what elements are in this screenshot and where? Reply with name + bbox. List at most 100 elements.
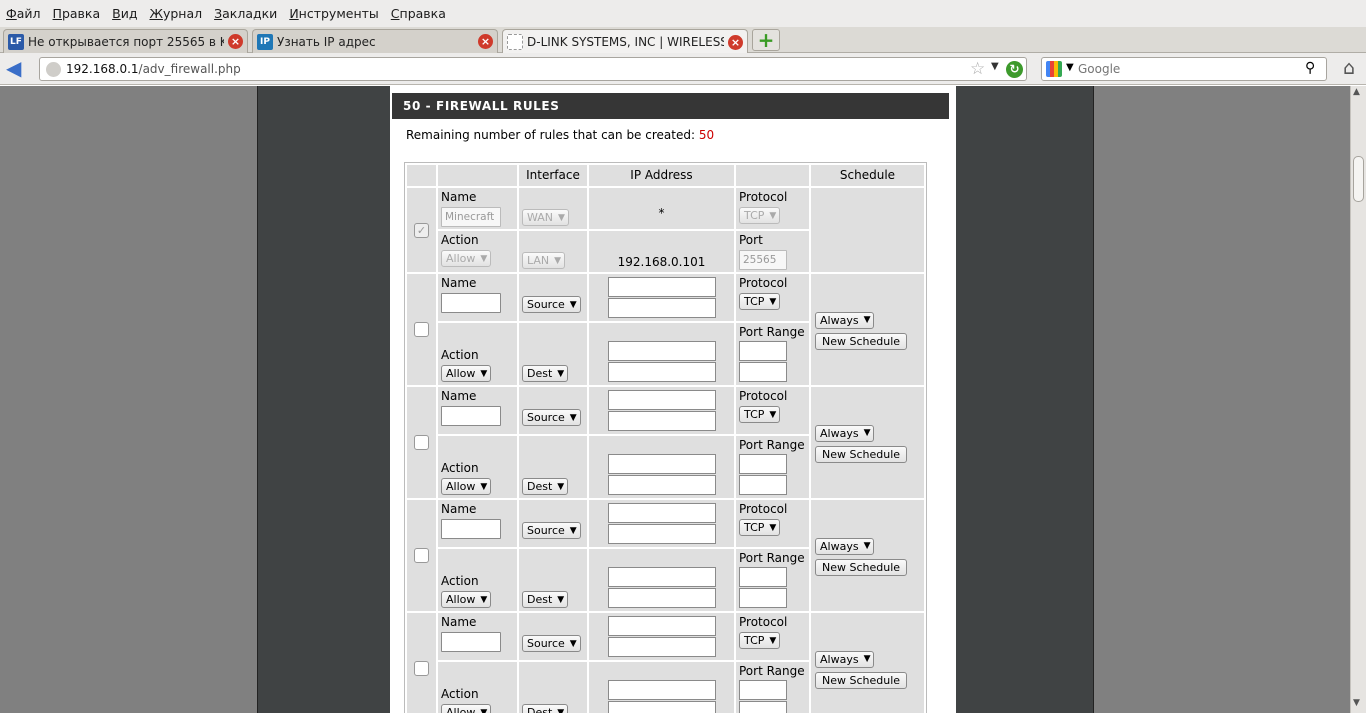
action-cell: Action Allow ▼ <box>438 436 517 498</box>
source-ip-start-input[interactable] <box>607 503 716 523</box>
schedule-select[interactable]: Always ▼ <box>815 424 875 442</box>
rule-checkbox[interactable] <box>414 322 429 337</box>
dest-interface-select[interactable]: Dest ▼ <box>522 591 569 608</box>
close-tab-icon[interactable]: × <box>228 34 243 49</box>
binoculars-icon[interactable]: ⚲ <box>1305 60 1315 76</box>
rule-checkbox[interactable] <box>414 661 429 676</box>
bookmark-star-icon[interactable]: ☆ <box>970 59 985 79</box>
tab-3-active[interactable]: D-LINK SYSTEMS, INC | WIRELESS ... × <box>502 29 748 54</box>
action-label: Action <box>441 461 479 475</box>
ip-favicon-icon: IP <box>257 33 273 50</box>
new-schedule-button[interactable]: New Schedule <box>815 332 908 350</box>
url-bar[interactable]: 192.168.0.1/adv_firewall.php ☆ ▼ ↻ <box>39 57 1027 81</box>
site-identity-icon[interactable] <box>46 62 61 77</box>
action-select[interactable]: Allow ▼ <box>441 365 492 382</box>
scroll-up-arrow-icon[interactable]: ▲ <box>1353 87 1360 97</box>
dest-interface-select[interactable]: Dest ▼ <box>522 478 569 495</box>
port-start-input[interactable] <box>739 567 787 587</box>
rule-name-input[interactable] <box>441 406 501 426</box>
select-value: Always <box>820 426 859 440</box>
new-schedule-button[interactable]: New Schedule <box>815 558 908 576</box>
menu-accesskey: Ф <box>6 6 17 21</box>
scroll-thumb[interactable] <box>1353 156 1364 202</box>
scroll-down-arrow-icon[interactable]: ▼ <box>1353 698 1360 708</box>
protocol-label: Protocol <box>739 389 788 403</box>
dest-ip-start-input[interactable] <box>607 680 716 700</box>
vertical-scrollbar[interactable]: ▲ ▼ <box>1350 86 1366 713</box>
source-ip-end-input[interactable] <box>607 637 716 657</box>
menu-item-1[interactable]: Правка <box>53 6 101 21</box>
source-interface-select[interactable]: Source ▼ <box>522 296 581 313</box>
reload-icon[interactable]: ↻ <box>1006 61 1023 78</box>
dest-ip-end-input[interactable] <box>607 701 716 713</box>
port-end-input[interactable] <box>739 475 787 495</box>
schedule-select[interactable]: Always ▼ <box>815 311 875 329</box>
port-start-input[interactable] <box>739 454 787 474</box>
select-value: Dest <box>527 706 553 713</box>
source-ip-end-input[interactable] <box>607 298 716 318</box>
rule-name-input[interactable] <box>441 519 501 539</box>
menu-item-3[interactable]: Журнал <box>149 6 202 21</box>
header-protocol <box>736 165 809 186</box>
action-select[interactable]: Allow ▼ <box>441 591 492 608</box>
chevron-down-icon: ▼ <box>863 654 871 664</box>
search-bar[interactable]: ▼ ⚲ <box>1041 57 1327 81</box>
rule-checkbox[interactable] <box>414 435 429 450</box>
menu-item-2[interactable]: Вид <box>112 6 137 21</box>
action-select[interactable]: Allow ▼ <box>441 478 492 495</box>
menu-item-4[interactable]: Закладки <box>214 6 277 21</box>
source-interface-select[interactable]: Source ▼ <box>522 522 581 539</box>
source-interface-select[interactable]: Source ▼ <box>522 635 581 652</box>
menu-item-5[interactable]: Инструменты <box>289 6 378 21</box>
new-schedule-button[interactable]: New Schedule <box>815 671 908 689</box>
dest-ip-start-input[interactable] <box>607 567 716 587</box>
rule-name-input[interactable] <box>441 293 501 313</box>
menu-bar: Файл Правка Вид Журнал Закладки Инструменты Сп… <box>0 0 1366 27</box>
schedule-select[interactable]: Always ▼ <box>815 537 875 555</box>
action-select[interactable]: Allow ▼ <box>441 704 492 713</box>
port-end-input[interactable] <box>739 701 787 713</box>
source-ip-end-input[interactable] <box>607 411 716 431</box>
new-schedule-button[interactable]: New Schedule <box>815 445 908 463</box>
close-tab-icon[interactable]: × <box>478 34 493 49</box>
menu-item-0[interactable]: Файл <box>6 6 41 21</box>
ip-cell <box>589 323 734 385</box>
protocol-select[interactable]: TCP ▼ <box>739 406 781 423</box>
dest-ip-end-input[interactable] <box>607 475 716 495</box>
protocol-select[interactable]: TCP ▼ <box>739 293 781 310</box>
close-tab-icon[interactable]: × <box>728 34 743 50</box>
search-input[interactable] <box>1078 60 1298 78</box>
back-arrow-icon[interactable]: ◀ <box>6 58 28 79</box>
dest-interface-select[interactable]: Dest ▼ <box>522 704 569 713</box>
home-icon[interactable]: ⌂ <box>1338 57 1360 79</box>
dest-ip-start-input[interactable] <box>607 454 716 474</box>
rule-select-cell <box>407 613 436 713</box>
dest-ip-end-input[interactable] <box>607 362 716 382</box>
port-start-input[interactable] <box>739 680 787 700</box>
source-ip-end-input[interactable] <box>607 524 716 544</box>
protocol-select[interactable]: TCP ▼ <box>739 519 781 536</box>
empty-rules-body: Name Source ▼ Protocol TCP ▼ Always ▼ New Schedu… <box>407 274 924 713</box>
source-interface-select[interactable]: Source ▼ <box>522 409 581 426</box>
rule-checkbox[interactable] <box>414 548 429 563</box>
history-dropdown-icon[interactable]: ▼ <box>991 61 999 72</box>
dest-interface-select[interactable]: Dest ▼ <box>522 365 569 382</box>
source-ip-start-input[interactable] <box>607 390 716 410</box>
tab-1[interactable]: LF Не открывается порт 25565 в Ku... × <box>3 29 248 53</box>
port-start-input[interactable] <box>739 341 787 361</box>
dest-ip-end-input[interactable] <box>607 588 716 608</box>
google-engine-icon[interactable] <box>1046 61 1062 77</box>
dest-ip-start-input[interactable] <box>607 341 716 361</box>
menu-item-6[interactable]: Справка <box>391 6 446 21</box>
port-end-input[interactable] <box>739 588 787 608</box>
tab-2[interactable]: IP Узнать IP адрес × <box>252 29 498 53</box>
url-text[interactable]: 192.168.0.1/adv_firewall.php <box>66 62 241 76</box>
source-ip-start-input[interactable] <box>607 277 716 297</box>
new-tab-button[interactable]: + <box>752 29 780 51</box>
engine-dropdown-icon[interactable]: ▼ <box>1066 62 1074 73</box>
port-end-input[interactable] <box>739 362 787 382</box>
source-ip-start-input[interactable] <box>607 616 716 636</box>
schedule-select[interactable]: Always ▼ <box>815 650 875 668</box>
protocol-select[interactable]: TCP ▼ <box>739 632 781 649</box>
rule-name-input[interactable] <box>441 632 501 652</box>
